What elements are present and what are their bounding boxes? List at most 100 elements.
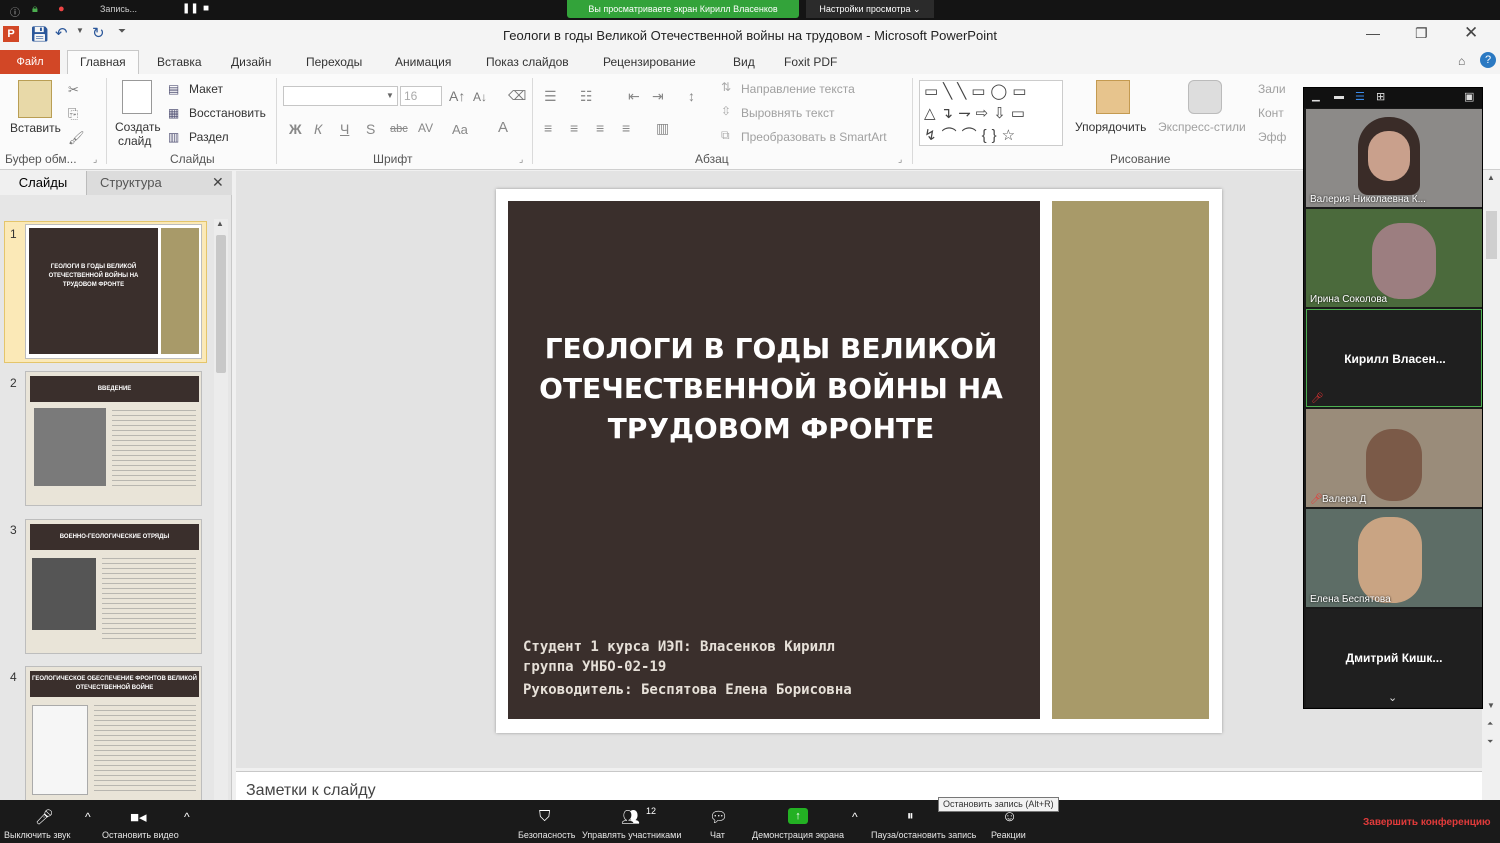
copy-icon[interactable]: ⎘ <box>68 106 78 122</box>
pause-record-icon[interactable]: ⏸ <box>907 808 914 824</box>
slide-thumb-4[interactable]: ГЕОЛОГИЧЕСКОЕ ОБЕСПЕЧЕНИЕ ФРОНТОВ ВЕЛИКО… <box>25 666 202 801</box>
slide-thumb-2[interactable]: ВВЕДЕНИЕ <box>25 371 202 506</box>
arrange-button[interactable]: Упорядочить <box>1075 120 1146 134</box>
shape-fill-button[interactable]: Зали <box>1258 82 1286 96</box>
section-button[interactable]: Раздел <box>189 130 229 144</box>
font-name-dropdown-icon[interactable]: ▼ <box>386 91 394 100</box>
tab-review[interactable]: Рецензирование <box>603 55 696 69</box>
shape-effects-button[interactable]: Эфф <box>1258 130 1286 144</box>
line-spacing-icon[interactable]: ↕ <box>688 88 695 104</box>
font-launcher-icon[interactable]: ⌟ <box>519 154 523 165</box>
tab-animation[interactable]: Анимация <box>395 55 451 69</box>
text-direction-button[interactable]: Направление текста <box>741 82 855 96</box>
align-text-button[interactable]: Выровнять текст <box>741 106 834 120</box>
chat-icon[interactable]: 💬︎ <box>709 808 728 826</box>
char-spacing-icon[interactable]: AV <box>418 121 433 135</box>
quick-styles-icon[interactable] <box>1188 80 1222 114</box>
scroll-thumb[interactable] <box>216 235 226 373</box>
chat-button[interactable]: Чат <box>710 830 725 840</box>
italic-icon[interactable]: К <box>314 121 322 137</box>
tab-view[interactable]: Вид <box>733 55 755 69</box>
slide-group-line[interactable]: группа УНБО-02-19 <box>523 659 666 675</box>
new-slide-icon[interactable] <box>122 80 152 114</box>
paste-icon[interactable] <box>18 80 52 118</box>
layout-button[interactable]: Макет <box>189 82 223 96</box>
view-grid-icon[interactable]: ⊞ <box>1376 90 1385 103</box>
new-slide-label-2[interactable]: слайд <box>118 134 151 148</box>
scroll-up-icon[interactable]: ▲ <box>216 219 224 228</box>
tab-transitions[interactable]: Переходы <box>306 55 362 69</box>
manage-participants-button[interactable]: Управлять участниками <box>582 830 681 840</box>
format-painter-icon[interactable]: 🖌︎ <box>68 130 85 146</box>
current-slide[interactable]: ГЕОЛОГИ В ГОДЫ ВЕЛИКОЙ ОТЕЧЕСТВЕННОЙ ВОЙ… <box>496 189 1222 733</box>
strikethrough-icon[interactable]: abc <box>390 123 408 135</box>
mute-button[interactable]: Выключить звук <box>4 830 71 840</box>
grow-font-icon[interactable]: A↑ <box>449 88 465 104</box>
view-single-icon[interactable]: ▬ <box>1334 91 1344 102</box>
align-center-icon[interactable]: ≡ <box>570 120 578 136</box>
clear-format-icon[interactable]: ⌫ <box>508 88 526 104</box>
restore-icon[interactable]: ❐ <box>1415 25 1428 42</box>
view-options-button[interactable]: Настройки просмотра ⌄ <box>806 0 934 18</box>
participant-tile[interactable]: 🎤︎ Валера Д <box>1306 409 1482 507</box>
change-case-icon[interactable]: Aa <box>452 122 468 137</box>
scroll-thumb[interactable] <box>1486 211 1497 259</box>
numbering-icon[interactable]: ☷ <box>580 88 593 105</box>
close-panel-icon[interactable]: ✕ <box>212 174 224 191</box>
shadow-icon[interactable]: S <box>366 121 375 137</box>
pop-out-icon[interactable]: ▣ <box>1464 90 1474 103</box>
stop-video-button[interactable]: Остановить видео <box>102 830 179 840</box>
video-options-chevron-icon[interactable]: ^ <box>184 810 190 824</box>
font-size-input[interactable]: 16 <box>400 86 442 106</box>
microphone-icon[interactable]: 🎤︎ <box>35 808 54 826</box>
slide-thumb-1[interactable]: ГЕОЛОГИ В ГОДЫ ВЕЛИКОЙ ОТЕЧЕСТВЕННОЙ ВОЙ… <box>25 224 202 359</box>
participants-icon[interactable]: 👥︎ <box>621 808 640 826</box>
participant-tile-active[interactable]: Кирилл Власен... 🎤︎ <box>1306 309 1482 407</box>
tab-design[interactable]: Дизайн <box>231 55 271 69</box>
audio-options-chevron-icon[interactable]: ^ <box>85 810 91 824</box>
align-left-icon[interactable]: ≡ <box>544 120 552 136</box>
increase-indent-icon[interactable]: ⇥ <box>652 88 664 105</box>
security-button[interactable]: Безопасность <box>518 830 575 840</box>
bullets-icon[interactable]: ☰ <box>544 88 557 105</box>
prev-slide-icon[interactable]: ⏶ <box>1487 719 1493 729</box>
columns-icon[interactable]: ▥ <box>656 120 669 137</box>
new-slide-label-1[interactable]: Создать <box>115 120 161 134</box>
align-right-icon[interactable]: ≡ <box>596 120 604 136</box>
video-camera-icon[interactable]: ■◂ <box>130 808 147 826</box>
slide-student-line[interactable]: Студент 1 курса ИЭП: Власенков Кирилл <box>523 639 835 655</box>
shield-icon[interactable]: ⛉ <box>539 808 550 825</box>
close-icon[interactable]: ✕ <box>1464 23 1478 43</box>
bold-icon[interactable]: Ж <box>289 121 302 137</box>
thumbs-scrollbar[interactable]: ▲ ▼ <box>214 219 228 812</box>
shapes-gallery[interactable]: ▭╲╲▭◯▭ △↴⇁⇨⇩▭ ↯⌒⌒{}☆ <box>919 80 1063 146</box>
justify-icon[interactable]: ≡ <box>622 120 630 136</box>
stop-icon[interactable]: ■ <box>203 3 209 14</box>
participant-tile[interactable]: Ирина Соколова <box>1306 209 1482 307</box>
tab-home[interactable]: Главная <box>67 50 139 76</box>
tab-insert[interactable]: Вставка <box>157 55 202 69</box>
arrange-icon[interactable] <box>1096 80 1130 114</box>
tab-file[interactable]: Файл <box>0 50 60 74</box>
share-screen-icon[interactable]: ↑ <box>788 808 808 824</box>
tab-foxit[interactable]: Foxit PDF <box>784 55 837 69</box>
shape-outline-button[interactable]: Конт <box>1258 106 1284 120</box>
pause-icon[interactable]: ❚❚ <box>182 3 199 14</box>
tab-slideshow[interactable]: Показ слайдов <box>486 55 569 69</box>
next-slide-icon[interactable]: ⏷ <box>1487 737 1493 747</box>
slide-scrollbar[interactable]: ▲ ▼ ⏶ ⏷ <box>1483 171 1500 800</box>
paste-button[interactable]: Вставить <box>10 121 61 135</box>
slide-title[interactable]: ГЕОЛОГИ В ГОДЫ ВЕЛИКОЙ ОТЕЧЕСТВЕННОЙ ВОЙ… <box>526 329 1016 449</box>
participant-tile[interactable]: Елена Беспятова <box>1306 509 1482 607</box>
reset-button[interactable]: Восстановить <box>189 106 266 120</box>
notes-input[interactable]: Заметки к слайду <box>236 771 1482 800</box>
tab-slides[interactable]: Слайды <box>0 171 87 195</box>
share-options-chevron-icon[interactable]: ^ <box>852 810 858 824</box>
pause-record-button[interactable]: Пауза/остановить запись <box>871 830 976 840</box>
clipboard-launcher-icon[interactable]: ⌟ <box>93 154 97 165</box>
paragraph-launcher-icon[interactable]: ⌟ <box>898 154 902 165</box>
minimize-gallery-icon[interactable]: ▁ <box>1312 91 1320 102</box>
scroll-up-icon[interactable]: ▲ <box>1487 173 1495 182</box>
underline-icon[interactable]: Ч <box>340 121 349 137</box>
share-screen-button[interactable]: Демонстрация экрана <box>752 830 844 840</box>
